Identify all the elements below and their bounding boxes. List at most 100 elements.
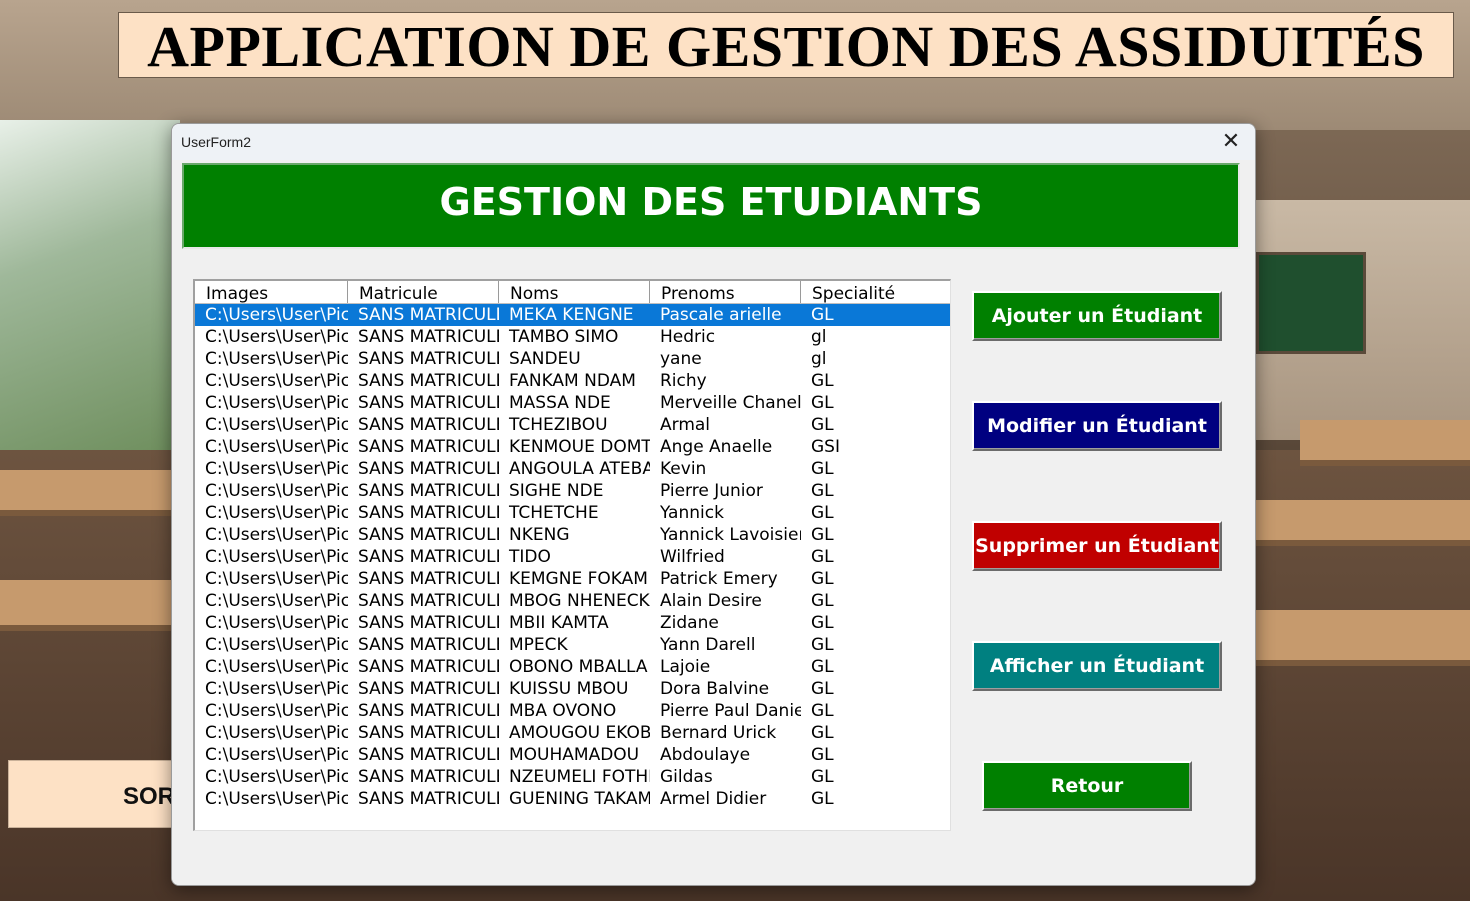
table-row[interactable]: C:\Users\User\Pic SANS MATRICULE FANKAM ND… (195, 370, 950, 392)
table-cell: GL (811, 525, 834, 545)
table-cell: SANDEU (509, 349, 581, 369)
students-listbox[interactable]: Images Matricule Noms Prenoms Specialité… (193, 279, 951, 831)
table-cell: SANS MATRICULE (358, 745, 499, 765)
dialog-titlebar: UserForm2 ✕ (172, 124, 1255, 160)
table-cell: TAMBO SIMO (509, 327, 619, 347)
table-cell: Yann Darell (660, 635, 756, 655)
table-cell: Dora Balvine (660, 679, 770, 699)
back-button[interactable]: Retour (982, 761, 1192, 811)
table-cell: C:\Users\User\Pic (205, 481, 348, 501)
table-cell: Yannick (660, 503, 724, 523)
table-cell: GL (811, 679, 834, 699)
background-desk (1256, 610, 1470, 666)
table-cell: SANS MATRICULE (358, 569, 499, 589)
table-row[interactable]: C:\Users\User\Pic SANS MATRICULE NZEUMELI … (195, 766, 950, 788)
table-cell: AMOUGOU EKOBO (509, 723, 650, 743)
table-cell: SANS MATRICULE (358, 415, 499, 435)
table-cell: GL (811, 745, 834, 765)
table-cell: C:\Users\User\Pic (205, 525, 348, 545)
table-cell: KENMOUE DOMTCHEU (509, 437, 650, 457)
table-cell: C:\Users\User\Pic (205, 701, 348, 721)
table-cell: Bernard Urick (660, 723, 777, 743)
table-row[interactable]: C:\Users\User\Pic SANS MATRICULE ANGOULA A… (195, 458, 950, 480)
table-cell: C:\Users\User\Pic (205, 415, 348, 435)
table-cell: C:\Users\User\Pic (205, 459, 348, 479)
table-row[interactable]: C:\Users\User\Pic SANS MATRICULE SIGHE NDE… (195, 480, 950, 502)
table-row[interactable]: C:\Users\User\Pic SANS MATRICULE TAMBO SIM… (195, 326, 950, 348)
table-row[interactable]: C:\Users\User\Pic SANS MATRICULE TIDO Wilfr… (195, 546, 950, 568)
close-icon[interactable]: ✕ (1215, 128, 1247, 156)
table-cell: SANS MATRICULE (358, 591, 499, 611)
table-cell: C:\Users\User\Pic (205, 547, 348, 567)
column-header-prenoms[interactable]: Prenoms (650, 281, 801, 303)
table-row[interactable]: C:\Users\User\Pic SANS MATRICULE MASSA NDE… (195, 392, 950, 414)
column-header-images[interactable]: Images (195, 281, 348, 303)
table-cell: TCHEZIBOU (509, 415, 608, 435)
table-row[interactable]: C:\Users\User\Pic SANS MATRICULE SANDEU yan… (195, 348, 950, 370)
table-cell: Zidane (660, 613, 719, 633)
table-row[interactable]: C:\Users\User\Pic SANS MATRICULE MBOG NHEN… (195, 590, 950, 612)
table-cell: MEKA KENGNE (509, 305, 634, 325)
table-cell: KEMGNE FOKAM (509, 569, 648, 589)
background-desk (1300, 420, 1470, 466)
table-cell: ANGOULA ATEBA (509, 459, 650, 479)
table-cell: Pascale arielle (660, 305, 782, 325)
table-cell: Merveille Chanel (660, 393, 801, 413)
table-cell: GL (811, 305, 834, 325)
table-row[interactable]: C:\Users\User\Pic SANS MATRICULE MPECK Yann… (195, 634, 950, 656)
table-row[interactable]: C:\Users\User\Pic SANS MATRICULE MOUHAMADO… (195, 744, 950, 766)
listbox-header: Images Matricule Noms Prenoms Specialité (195, 281, 950, 304)
table-row[interactable]: C:\Users\User\Pic SANS MATRICULE TCHETCHE Y… (195, 502, 950, 524)
table-row[interactable]: C:\Users\User\Pic SANS MATRICULE MBA OVONO… (195, 700, 950, 722)
show-student-button[interactable]: Afficher un Étudiant (972, 641, 1222, 691)
table-row[interactable]: C:\Users\User\Pic SANS MATRICULE NKENG Yann… (195, 524, 950, 546)
table-cell: SANS MATRICULE (358, 547, 499, 567)
delete-student-button[interactable]: Supprimer un Étudiant (972, 521, 1222, 571)
table-cell: Wilfried (660, 547, 725, 567)
background-desk (0, 470, 171, 516)
table-cell: SANS MATRICULE (358, 723, 499, 743)
table-row[interactable]: C:\Users\User\Pic SANS MATRICULE KUISSU MB… (195, 678, 950, 700)
table-cell: gl (811, 327, 827, 347)
table-cell: SANS MATRICULE (358, 437, 499, 457)
add-student-button[interactable]: Ajouter un Étudiant (972, 291, 1222, 341)
table-cell: Kevin (660, 459, 707, 479)
table-cell: MASSA NDE (509, 393, 611, 413)
table-cell: GL (811, 503, 834, 523)
table-cell: C:\Users\User\Pic (205, 393, 348, 413)
table-row[interactable]: C:\Users\User\Pic SANS MATRICULE OBONO MBA… (195, 656, 950, 678)
table-cell: KUISSU MBOU (509, 679, 629, 699)
table-cell: GUENING TAKAM (509, 789, 650, 809)
table-cell: C:\Users\User\Pic (205, 327, 348, 347)
table-cell: GSI (811, 437, 840, 457)
column-header-matricule[interactable]: Matricule (348, 281, 499, 303)
table-cell: SANS MATRICULE (358, 327, 499, 347)
table-cell: C:\Users\User\Pic (205, 745, 348, 765)
table-cell: NKENG (509, 525, 570, 545)
edit-student-button[interactable]: Modifier un Étudiant (972, 401, 1222, 451)
table-row[interactable]: C:\Users\User\Pic SANS MATRICULE TCHEZIBOU… (195, 414, 950, 436)
table-cell: GL (811, 767, 834, 787)
table-row[interactable]: C:\Users\User\Pic SANS MATRICULE MBII KAMT… (195, 612, 950, 634)
table-cell: GL (811, 635, 834, 655)
column-header-noms[interactable]: Noms (499, 281, 650, 303)
table-cell: MBII KAMTA (509, 613, 609, 633)
table-cell: SANS MATRICULE (358, 613, 499, 633)
table-cell: GL (811, 657, 834, 677)
table-cell: C:\Users\User\Pic (205, 723, 348, 743)
table-cell: SIGHE NDE (509, 481, 604, 501)
table-cell: GL (811, 569, 834, 589)
column-header-specialite[interactable]: Specialité (801, 281, 949, 303)
table-row[interactable]: C:\Users\User\Pic SANS MATRICULE KEMGNE FO… (195, 568, 950, 590)
table-row[interactable]: C:\Users\User\Pic SANS MATRICULE MEKA KENG… (195, 304, 950, 326)
table-cell: Abdoulaye (660, 745, 751, 765)
table-row[interactable]: C:\Users\User\Pic SANS MATRICULE AMOUGOU E… (195, 722, 950, 744)
listbox-rows: C:\Users\User\Pic SANS MATRICULE MEKA KENG… (195, 304, 950, 810)
table-cell: GL (811, 415, 834, 435)
table-row[interactable]: C:\Users\User\Pic SANS MATRICULE GUENING T… (195, 788, 950, 810)
table-cell: SANS MATRICULE (358, 503, 499, 523)
table-row[interactable]: C:\Users\User\Pic SANS MATRICULE KENMOUE D… (195, 436, 950, 458)
table-cell: SANS MATRICULE (358, 349, 499, 369)
table-cell: C:\Users\User\Pic (205, 767, 348, 787)
table-cell: SANS MATRICULE (358, 371, 499, 391)
